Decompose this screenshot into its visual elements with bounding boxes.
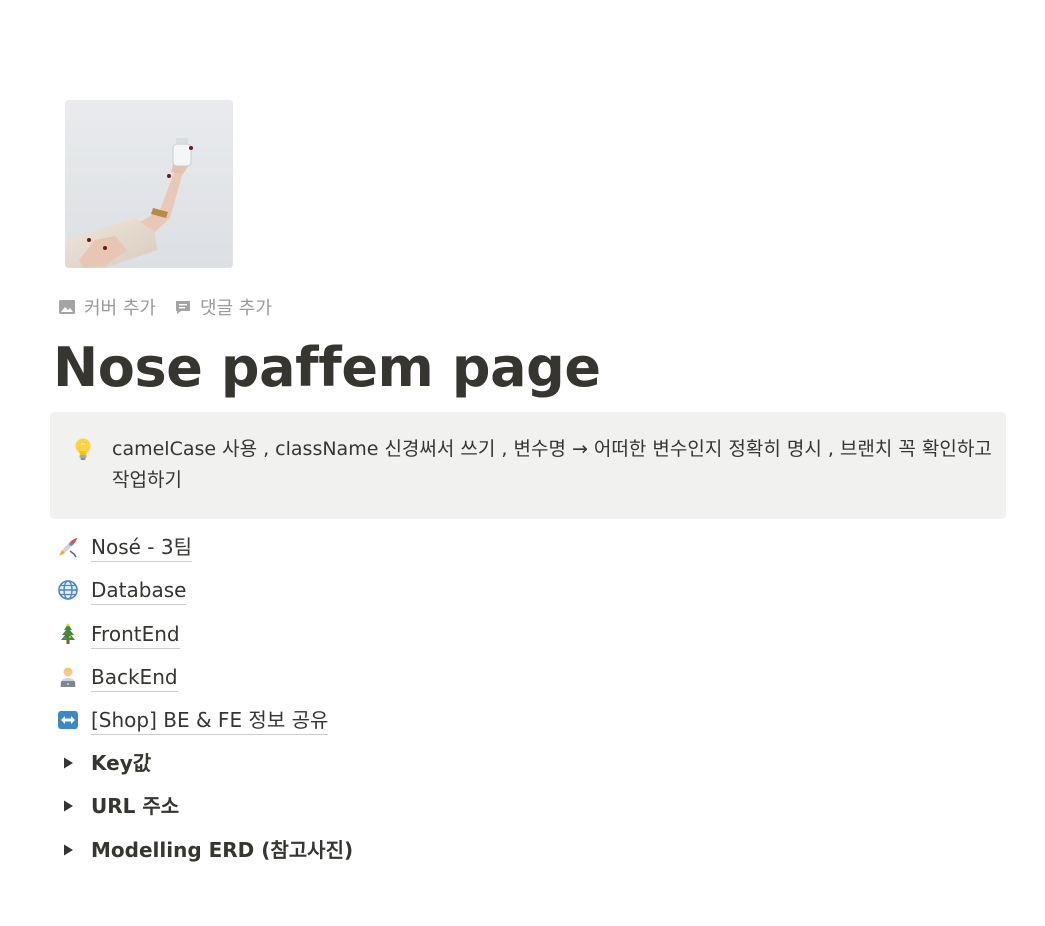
toggle-block-key[interactable]: Key값 — [56, 746, 151, 780]
page-icon-photo[interactable] — [65, 100, 233, 268]
comment-icon — [174, 298, 192, 316]
add-cover-label: 커버 추가 — [84, 298, 156, 319]
page-controls: 커버 추가 댓글 추가 — [56, 292, 288, 322]
page-title[interactable]: Nose paffem page — [53, 333, 601, 403]
page-link-shop-info[interactable]: [Shop] BE & FE 정보 공유 — [56, 703, 329, 737]
toggle-block-modelling-erd[interactable]: Modelling ERD (참고사진) — [56, 833, 353, 867]
add-cover-button[interactable]: 커버 추가 — [56, 293, 162, 321]
left-right-arrow-icon — [56, 708, 80, 732]
page-link-database[interactable]: Database — [56, 573, 187, 607]
rocket-icon — [56, 535, 80, 559]
image-icon — [58, 298, 76, 316]
christmas-tree-icon — [56, 622, 80, 646]
page-link-nose-team[interactable]: Nosé - 3팀 — [56, 530, 192, 564]
callout-block[interactable]: camelCase 사용 , className 신경써서 쓰기 , 변수명 →… — [50, 412, 1006, 519]
page-link-label[interactable]: Nosé - 3팀 — [91, 533, 192, 562]
technologist-icon — [56, 665, 80, 689]
toggle-triangle-icon[interactable] — [56, 751, 80, 775]
lightbulb-icon[interactable] — [72, 437, 94, 463]
add-comment-button[interactable]: 댓글 추가 — [172, 293, 278, 321]
page-link-label[interactable]: Database — [91, 576, 187, 605]
page-link-frontend[interactable]: FrontEnd — [56, 617, 180, 651]
page-link-backend[interactable]: BackEnd — [56, 660, 178, 694]
page-link-label[interactable]: BackEnd — [91, 663, 178, 692]
add-comment-label: 댓글 추가 — [199, 298, 272, 319]
toggle-label[interactable]: Modelling ERD (참고사진) — [91, 836, 353, 864]
toggle-triangle-icon[interactable] — [56, 794, 80, 818]
perfume-photo-image — [65, 100, 233, 268]
page-link-label[interactable]: FrontEnd — [91, 620, 180, 649]
toggle-block-url[interactable]: URL 주소 — [56, 789, 179, 823]
toggle-label[interactable]: URL 주소 — [91, 792, 179, 820]
toggle-label[interactable]: Key값 — [91, 749, 151, 777]
callout-text[interactable]: camelCase 사용 , className 신경써서 쓰기 , 변수명 →… — [112, 434, 992, 496]
globe-icon — [56, 578, 80, 602]
page-link-label[interactable]: [Shop] BE & FE 정보 공유 — [91, 706, 329, 735]
toggle-triangle-icon[interactable] — [56, 838, 80, 862]
